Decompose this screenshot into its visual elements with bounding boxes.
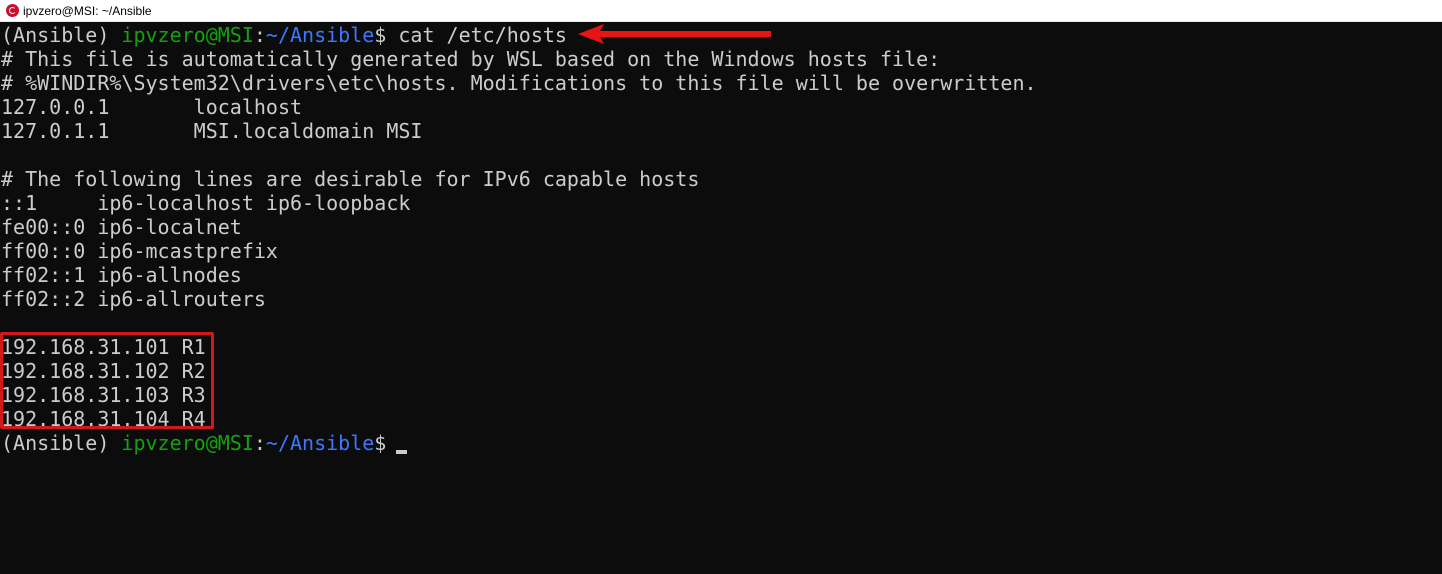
prompt-path: ~/Ansible [265, 23, 375, 47]
debian-swirl-icon [6, 4, 19, 17]
prompt-line[interactable]: (Ansible) ipvzero@MSI:~/Ansible$ [1, 431, 408, 455]
command-line: (Ansible) ipvzero@MSI:~/Ansible$ cat /et… [1, 23, 567, 47]
terminal-window: ipvzero@MSI: ~/Ansible (Ansible) ipvzero… [0, 0, 1442, 574]
output-line: # This file is automatically generated b… [1, 47, 941, 71]
prompt-colon: : [253, 23, 266, 47]
red-arrow-icon [578, 24, 771, 44]
output-line: ff02::2 ip6-allrouters [1, 287, 266, 311]
output-line: ::1 ip6-localhost ip6-loopback [1, 191, 411, 215]
output-line: ff00::0 ip6-mcastprefix [1, 239, 278, 263]
prompt-env: (Ansible) [1, 23, 110, 47]
command-text: cat /etc/hosts [398, 23, 567, 47]
output-line: # %WINDIR%\System32\drivers\etc\hosts. M… [1, 71, 1037, 95]
prompt-symbol: $ [374, 431, 387, 455]
output-line: 127.0.0.1 localhost [1, 95, 303, 119]
prompt-path: ~/Ansible [265, 431, 375, 455]
title-bar[interactable]: ipvzero@MSI: ~/Ansible [0, 0, 1442, 22]
terminal-output[interactable]: (Ansible) ipvzero@MSI:~/Ansible$ cat /et… [1, 23, 1439, 571]
output-line: fe00::0 ip6-localnet [1, 215, 242, 239]
output-line: ff02::1 ip6-allnodes [1, 263, 242, 287]
output-line: 127.0.1.1 MSI.localdomain MSI [1, 119, 423, 143]
prompt-symbol: $ [374, 23, 387, 47]
prompt-colon: : [253, 431, 266, 455]
prompt-user-host: ipvzero@MSI [121, 431, 254, 455]
text-cursor [396, 450, 408, 454]
output-line: # The following lines are desirable for … [1, 167, 700, 191]
window-title: ipvzero@MSI: ~/Ansible [23, 4, 152, 18]
red-highlight-box [0, 332, 214, 429]
prompt-user-host: ipvzero@MSI [121, 23, 254, 47]
prompt-env: (Ansible) [1, 431, 110, 455]
